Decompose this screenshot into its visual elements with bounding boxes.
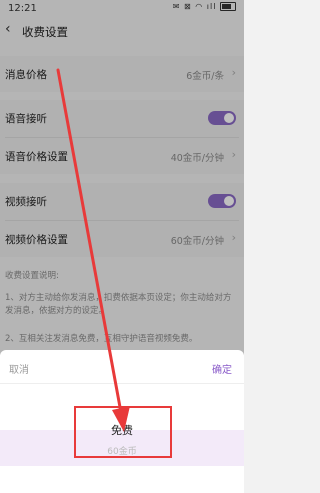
annotation-arrow <box>56 68 130 432</box>
